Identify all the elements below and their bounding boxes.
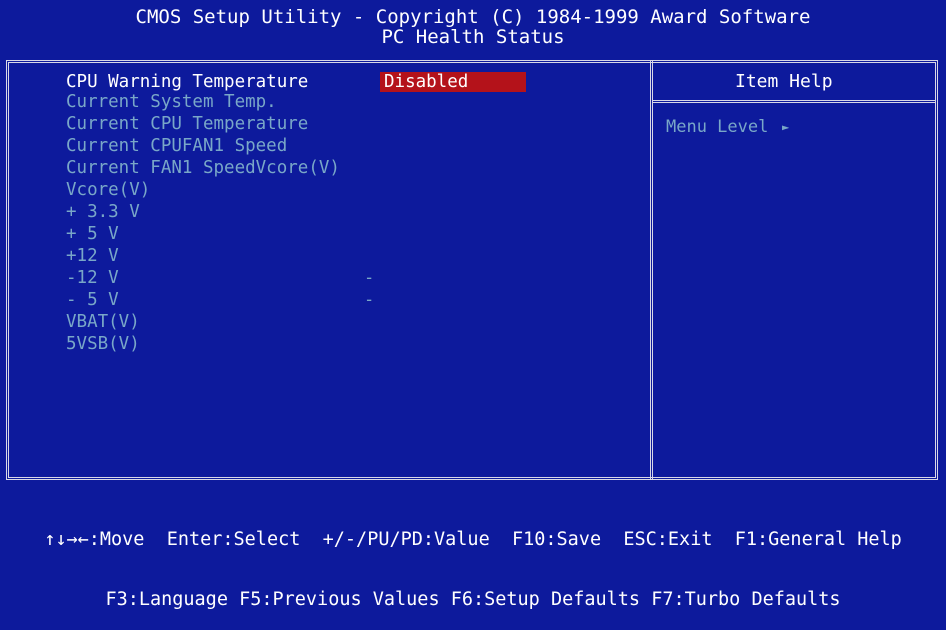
minus-12v-value: -	[364, 268, 375, 288]
menu-item-plus-12v: +12 V	[66, 246, 119, 266]
menu-item-plus-3-3v: + 3.3 V	[66, 202, 140, 222]
footer-help: ↑↓→←:Move Enter:Select +/-/PU/PD:Value F…	[0, 490, 946, 630]
cpu-warning-temperature-value[interactable]: Disabled	[380, 72, 526, 92]
menu-item-current-system-temp: Current System Temp.	[66, 92, 277, 112]
menu-item-minus-5v: - 5 V	[66, 290, 119, 310]
item-help-title: Item Help	[735, 71, 833, 92]
header: CMOS Setup Utility - Copyright (C) 1984-…	[0, 0, 946, 60]
menu-item-plus-5v: + 5 V	[66, 224, 119, 244]
menu-item-current-cpu-temperature: Current CPU Temperature	[66, 114, 309, 134]
footer-keys-line1: ↑↓→←:Move Enter:Select +/-/PU/PD:Value F…	[44, 529, 902, 550]
menu-item-minus-12v: -12 V	[66, 268, 119, 288]
menu-level-label: Menu Level	[666, 117, 769, 137]
menu-item-cpu-warning-temperature[interactable]: CPU Warning Temperature	[66, 72, 308, 92]
menu-level-arrow-icon: ►	[782, 120, 790, 134]
menu-item-current-cpufan1-speed: Current CPUFAN1 Speed	[66, 136, 288, 156]
page-subtitle: PC Health Status	[381, 26, 565, 48]
help-separator	[653, 100, 935, 103]
menu-item-vcore: Vcore(V)	[66, 180, 151, 200]
page-title: CMOS Setup Utility - Copyright (C) 1984-…	[135, 6, 811, 28]
menu-item-current-fan1-speed-vcore: Current FAN1 SpeedVcore(V)	[66, 158, 340, 178]
minus-5v-value: -	[364, 290, 375, 310]
footer-keys-line2: F3:Language F5:Previous Values F6:Setup …	[105, 589, 841, 610]
menu-item-vbat: VBAT(V)	[66, 312, 140, 332]
panel-divider	[650, 60, 653, 480]
menu-item-5vsb: 5VSB(V)	[66, 334, 140, 354]
